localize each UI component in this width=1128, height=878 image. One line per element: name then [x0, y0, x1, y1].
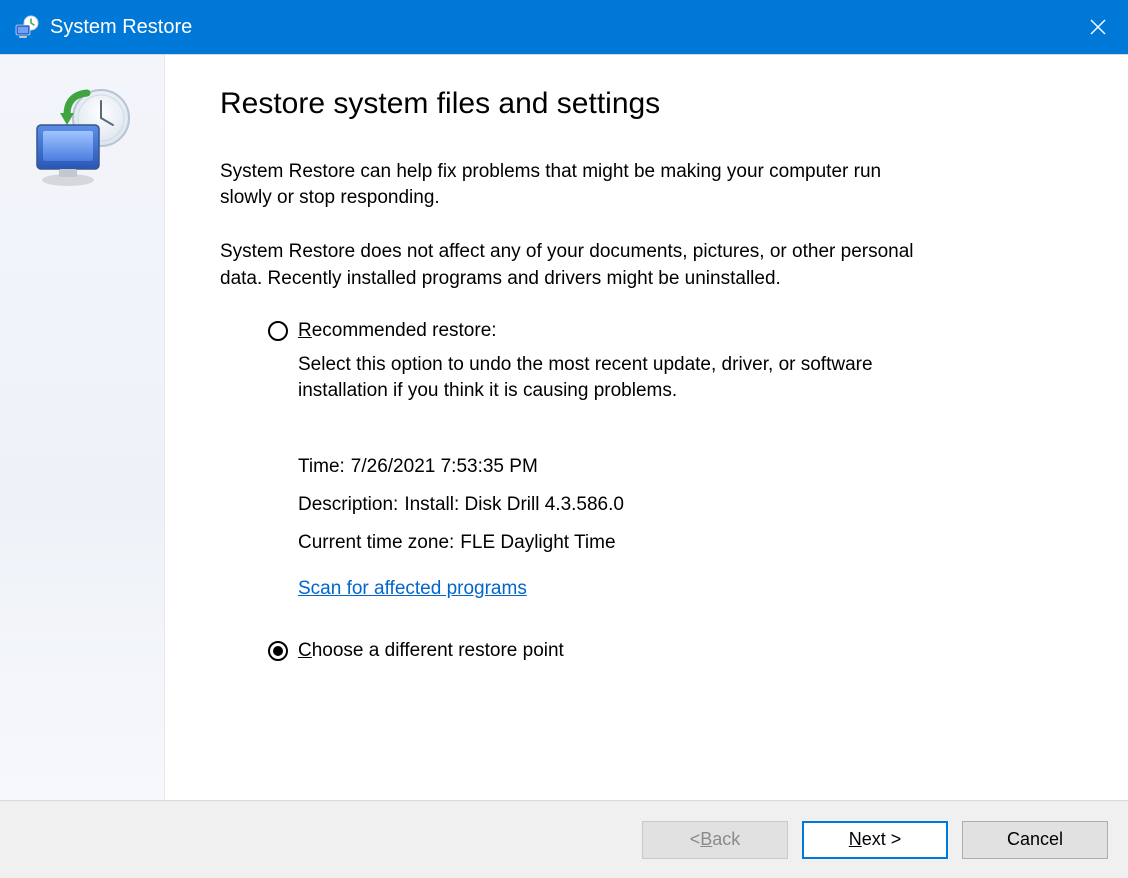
intro-paragraph-2: System Restore does not affect any of yo… — [220, 239, 920, 291]
recommended-restore-label: Recommended restore: — [298, 320, 497, 342]
restore-description-value: Install: Disk Drill 4.3.586.0 — [404, 486, 624, 524]
restore-time: Time: 7/26/2021 7:53:35 PM — [298, 448, 920, 486]
restore-description: Description: Install: Disk Drill 4.3.586… — [298, 486, 920, 524]
restore-time-label: Time: — [298, 448, 345, 486]
wizard-content: Restore system files and settings System… — [165, 55, 1128, 800]
restore-description-label: Description: — [298, 486, 398, 524]
wizard-sidebar — [0, 55, 165, 800]
radio-icon — [268, 321, 288, 341]
options-group: Recommended restore: Select this option … — [220, 320, 920, 662]
restore-point-details: Time: 7/26/2021 7:53:35 PM Description: … — [268, 448, 920, 632]
scan-affected-programs-link[interactable]: Scan for affected programs — [298, 570, 527, 608]
recommended-restore-radio[interactable]: Recommended restore: — [268, 320, 920, 342]
window-title: System Restore — [50, 16, 1068, 39]
next-button[interactable]: Next > — [802, 821, 948, 859]
cancel-button[interactable]: Cancel — [962, 821, 1108, 859]
wizard-body: Restore system files and settings System… — [0, 54, 1128, 800]
restore-time-value: 7/26/2021 7:53:35 PM — [351, 448, 538, 486]
radio-icon-selected — [268, 641, 288, 661]
titlebar: System Restore — [0, 0, 1128, 54]
choose-different-point-radio[interactable]: Choose a different restore point — [268, 640, 920, 662]
wizard-footer: < Back Next > Cancel — [0, 800, 1128, 878]
close-button[interactable] — [1068, 0, 1128, 54]
back-button: < Back — [642, 821, 788, 859]
restore-timezone-label: Current time zone: — [298, 524, 454, 562]
restore-timezone-value: FLE Daylight Time — [460, 524, 615, 562]
system-restore-icon — [27, 85, 137, 195]
intro-paragraph-1: System Restore can help fix problems tha… — [220, 159, 920, 211]
page-heading: Restore system files and settings — [220, 87, 1068, 121]
choose-different-point-label: Choose a different restore point — [298, 640, 564, 662]
app-icon — [14, 14, 40, 40]
recommended-restore-description: Select this option to undo the most rece… — [268, 352, 920, 404]
restore-timezone: Current time zone: FLE Daylight Time — [298, 524, 920, 562]
